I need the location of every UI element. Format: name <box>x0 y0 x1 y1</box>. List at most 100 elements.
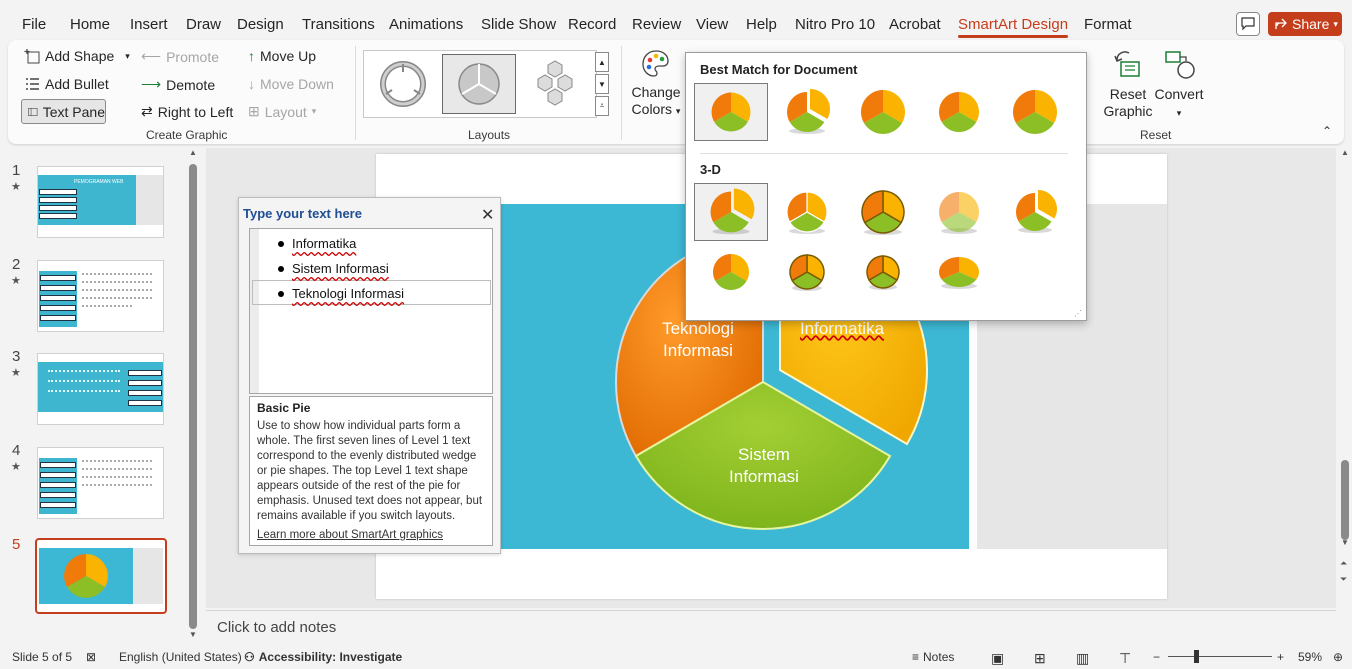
reading-view-icon[interactable]: ▥ <box>1076 650 1089 667</box>
list-item[interactable]: Teknologi Informasi <box>292 286 404 301</box>
menu-view[interactable]: View <box>696 16 728 33</box>
bullet-icon <box>278 266 284 272</box>
create-graphic-group-label: Create Graphic <box>146 128 228 142</box>
convert-button[interactable]: Convert ▾ <box>1152 48 1206 122</box>
list-gutter <box>250 229 259 393</box>
thumbnails-scrollbar[interactable]: ▲ ▼ <box>188 148 198 640</box>
notes-pane[interactable]: Click to add notes <box>206 610 1336 642</box>
add-bullet-button[interactable]: Add Bullet <box>24 76 109 92</box>
add-shape-button[interactable]: Add Shape ▾ <box>24 48 130 64</box>
smartart-style-option[interactable] <box>922 243 996 301</box>
menu-nitro[interactable]: Nitro Pro 10 <box>795 16 875 33</box>
smartart-style-option[interactable] <box>694 83 768 141</box>
accessibility-icon: ⚇ <box>244 650 255 664</box>
scroll-down-icon[interactable]: ▼ <box>189 630 197 639</box>
zoom-in-icon[interactable]: + <box>1277 650 1284 664</box>
smartart-style-option[interactable] <box>846 183 920 241</box>
slide-thumbnail-3[interactable] <box>37 353 164 425</box>
move-up-button[interactable]: ↑ Move Up <box>248 48 316 64</box>
share-button[interactable]: Share ▾ <box>1268 12 1342 36</box>
slide-number: 2 <box>12 256 21 273</box>
list-item[interactable]: Informatika <box>292 236 356 251</box>
menu-slide-show[interactable]: Slide Show <box>481 16 556 33</box>
language-indicator[interactable]: English (United States) <box>119 650 242 664</box>
smartart-style-option[interactable] <box>770 83 844 141</box>
smartart-style-option[interactable] <box>922 183 996 241</box>
resize-grip-icon[interactable]: ⋰ <box>1074 309 1082 318</box>
smartart-style-option[interactable] <box>846 83 920 141</box>
animation-star-icon: ★ <box>11 275 21 287</box>
menu-insert[interactable]: Insert <box>130 16 168 33</box>
scrollbar-thumb[interactable] <box>1341 460 1349 540</box>
close-icon[interactable]: ✕ <box>481 205 494 225</box>
thumb-background <box>39 548 133 604</box>
layout-basic-pie-thumbnail[interactable] <box>442 54 516 114</box>
menu-animations[interactable]: Animations <box>389 16 463 33</box>
slide-show-icon[interactable]: ⊤ <box>1119 650 1131 667</box>
previous-slide-icon[interactable]: ⏶ <box>1340 558 1347 569</box>
smartart-style-option[interactable] <box>770 243 844 301</box>
learn-more-link[interactable]: Learn more about SmartArt graphics <box>257 529 485 541</box>
smartart-style-option[interactable] <box>770 183 844 241</box>
smartart-style-option[interactable] <box>846 243 920 301</box>
editor-scrollbar[interactable]: ▲ ▼ ⏶ ⏷ <box>1338 148 1352 642</box>
slide-thumbnail-5[interactable] <box>35 538 167 614</box>
menu-transitions[interactable]: Transitions <box>302 16 375 33</box>
menu-smartart-design[interactable]: SmartArt Design <box>958 16 1069 38</box>
smartart-style-option[interactable] <box>998 83 1072 141</box>
accessibility-button[interactable]: ⚇ Accessibility: Investigate <box>244 650 402 664</box>
bullet-icon <box>278 291 284 297</box>
layouts-more-button[interactable]: ⩡ <box>595 96 609 116</box>
change-colors-button[interactable]: Change Colors ▾ <box>630 48 682 120</box>
animation-star-icon: ★ <box>11 461 21 473</box>
layout-hexagon-thumbnail[interactable] <box>518 54 592 114</box>
normal-view-icon[interactable]: ▣ <box>991 650 1004 667</box>
list-item[interactable]: Sistem Informasi <box>292 261 389 276</box>
fit-to-window-icon[interactable]: ⊕ <box>1333 650 1343 664</box>
slide-thumbnail-4[interactable] <box>37 447 164 519</box>
menu-home[interactable]: Home <box>70 16 110 33</box>
promote-button[interactable]: ⟵ Promote <box>141 48 219 65</box>
move-down-button[interactable]: ↓ Move Down <box>248 76 334 92</box>
menu-review[interactable]: Review <box>632 16 681 33</box>
scroll-up-icon[interactable]: ▲ <box>189 148 197 157</box>
notes-button[interactable]: ≡ Notes <box>912 650 954 664</box>
layout-button[interactable]: ⊞ Layout ▾ <box>248 103 316 120</box>
reset-graphic-button[interactable]: Reset Graphic <box>1102 48 1154 120</box>
zoom-slider-track[interactable] <box>1168 656 1272 657</box>
text-pane-button[interactable]: Text Pane <box>21 99 106 124</box>
menu-format[interactable]: Format <box>1084 16 1132 33</box>
layouts-scroll-down[interactable]: ▼ <box>595 74 609 94</box>
comments-button[interactable] <box>1236 12 1260 36</box>
slide-thumbnail-1[interactable]: PEMOGRAMAN WEB <box>37 166 164 238</box>
layout-cycle-thumbnail[interactable] <box>366 54 440 114</box>
menu-draw[interactable]: Draw <box>186 16 221 33</box>
collapse-ribbon-icon[interactable]: ⌃ <box>1322 124 1332 138</box>
layouts-scroll-up[interactable]: ▲ <box>595 52 609 72</box>
smartart-style-option[interactable] <box>694 243 768 301</box>
menu-record[interactable]: Record <box>568 16 616 33</box>
smartart-style-option[interactable] <box>922 83 996 141</box>
slide-sorter-icon[interactable]: ⊞ <box>1034 650 1046 667</box>
zoom-out-icon[interactable]: − <box>1153 650 1160 664</box>
smartart-style-option[interactable] <box>694 183 768 241</box>
smartart-styles-gallery: Best Match for Document 3-D ⋰ <box>685 52 1087 321</box>
zoom-level[interactable]: 59% <box>1298 650 1322 664</box>
next-slide-icon[interactable]: ⏷ <box>1340 574 1347 585</box>
zoom-slider-thumb[interactable] <box>1194 650 1199 663</box>
scroll-down-icon[interactable]: ▼ <box>1341 538 1349 547</box>
menu-acrobat[interactable]: Acrobat <box>889 16 941 33</box>
chevron-down-icon: ▾ <box>125 50 130 61</box>
menu-file[interactable]: File <box>22 16 46 33</box>
scroll-up-icon[interactable]: ▲ <box>1341 148 1349 157</box>
pie-label-sistem: Sistem Informasi <box>729 445 799 486</box>
menu-help[interactable]: Help <box>746 16 777 33</box>
text-pane-list[interactable]: Informatika Sistem Informasi Teknologi I… <box>249 228 493 394</box>
right-to-left-button[interactable]: ⇄ Right to Left <box>141 103 233 120</box>
demote-button[interactable]: ⟶ Demote <box>141 76 215 93</box>
slide-thumbnail-2[interactable] <box>37 260 164 332</box>
scrollbar-thumb[interactable] <box>189 164 197 629</box>
smartart-style-option[interactable] <box>998 183 1072 241</box>
spelling-check-icon[interactable]: ⊠ <box>86 650 96 664</box>
menu-design[interactable]: Design <box>237 16 284 33</box>
